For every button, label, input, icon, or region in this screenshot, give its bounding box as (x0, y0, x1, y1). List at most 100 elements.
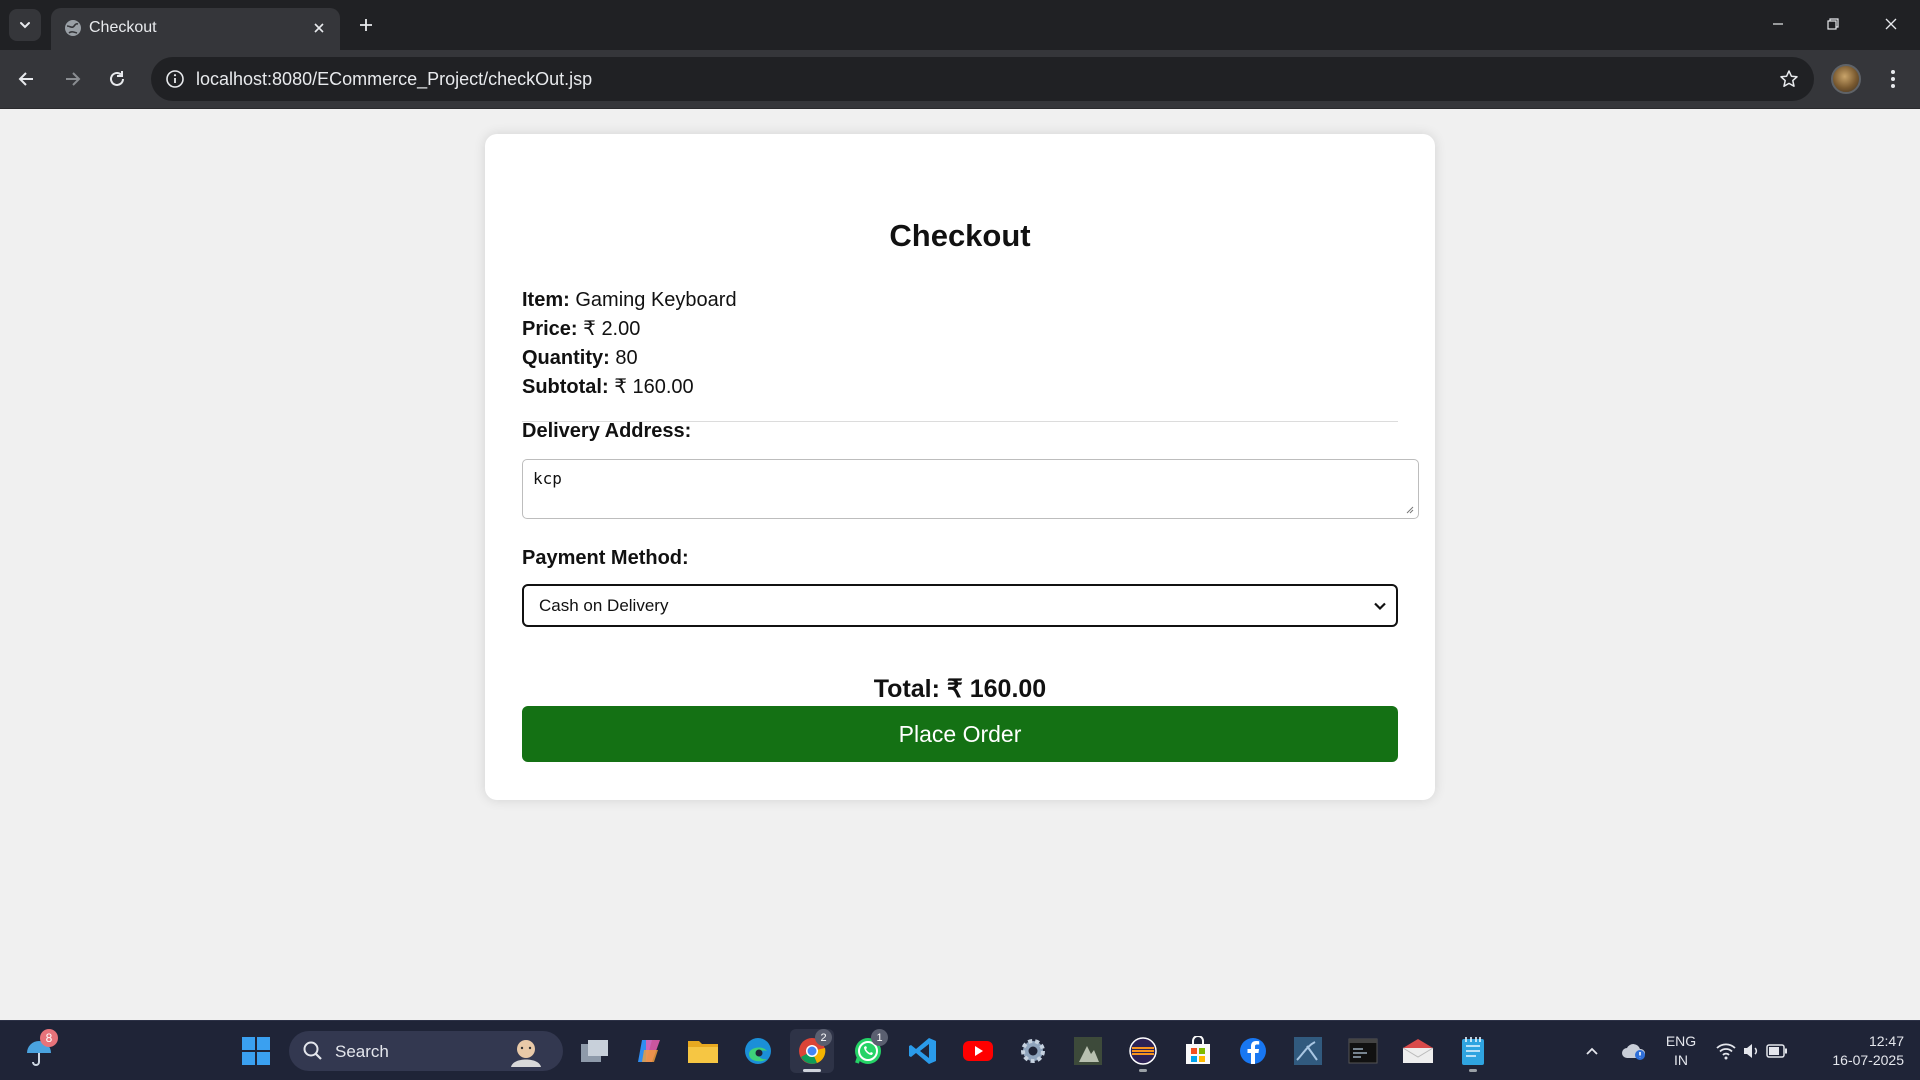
app-button-photo[interactable] (1066, 1029, 1110, 1073)
running-indicator (1139, 1069, 1147, 1072)
quantity-row: Quantity: 80 (522, 344, 737, 373)
search-label: Search (335, 1042, 389, 1061)
show-hidden-icons-button[interactable] (1570, 1029, 1614, 1073)
clock[interactable]: 12:47 16-07-2025 (1808, 1032, 1904, 1070)
facebook-button[interactable] (1231, 1029, 1275, 1073)
edge-button[interactable] (736, 1029, 780, 1073)
mysql-shell-button[interactable] (1341, 1029, 1385, 1073)
settings-button[interactable] (1011, 1029, 1055, 1073)
minimize-icon (1773, 23, 1783, 25)
plus-icon (360, 19, 372, 31)
language-indicator[interactable]: ENG IN (1660, 1032, 1702, 1070)
browser-menu-button[interactable] (1878, 62, 1908, 96)
url-text[interactable]: localhost:8080/ECommerce_Project/checkOu… (196, 69, 592, 90)
tab-checkout[interactable]: Checkout (51, 8, 340, 50)
checkout-card: Checkout Item: Gaming Keyboard Price: ₹ … (485, 134, 1435, 800)
browser-tab-strip: Checkout (0, 0, 1920, 50)
volume-icon (1744, 1044, 1758, 1058)
mysql-workbench-button[interactable] (1286, 1029, 1330, 1073)
whatsapp-badge: 1 (871, 1029, 888, 1046)
reload-button[interactable] (100, 62, 134, 96)
back-button[interactable] (10, 62, 44, 96)
start-button[interactable] (234, 1029, 278, 1073)
search-icon (303, 1041, 322, 1060)
arrow-right-icon (66, 72, 81, 86)
eclipse-button[interactable] (1121, 1029, 1165, 1073)
close-icon (314, 23, 324, 33)
tab-close-button[interactable] (308, 17, 330, 39)
vscode-icon (909, 1038, 936, 1064)
notepad-icon (1462, 1037, 1484, 1065)
store-icon (1186, 1036, 1210, 1064)
gear-icon (1021, 1039, 1045, 1063)
page-viewport: Checkout Item: Gaming Keyboard Price: ₹ … (0, 110, 1920, 1020)
notepad-button[interactable] (1451, 1029, 1495, 1073)
close-window-button[interactable] (1871, 8, 1911, 40)
copilot-icon (638, 1040, 660, 1062)
chrome-button[interactable]: 2 (790, 1029, 834, 1073)
vscode-button[interactable] (901, 1029, 945, 1073)
payment-method-select[interactable]: Cash on Delivery (522, 584, 1398, 627)
task-view-button[interactable] (573, 1029, 617, 1073)
whatsapp-button[interactable]: 1 (846, 1029, 890, 1073)
arrow-left-icon (18, 72, 33, 86)
price-row: Price: ₹ 2.00 (522, 315, 737, 344)
windows-taskbar: 8 Search 2 1 ENG IN 12:47 16-07-2025 (0, 1020, 1920, 1080)
copilot-button[interactable] (627, 1029, 671, 1073)
order-summary: Item: Gaming Keyboard Price: ₹ 2.00 Quan… (522, 286, 737, 402)
region-code: IN (1674, 1052, 1688, 1068)
file-explorer-button[interactable] (681, 1029, 725, 1073)
delivery-address-label: Delivery Address: (522, 420, 692, 442)
quantity-value: 80 (615, 347, 638, 369)
address-bar[interactable]: localhost:8080/ECommerce_Project/checkOu… (151, 57, 1814, 101)
item-row: Item: Gaming Keyboard (522, 286, 737, 315)
restore-icon (1827, 18, 1839, 30)
running-indicator (803, 1069, 821, 1072)
profile-avatar[interactable] (1831, 64, 1861, 94)
running-indicator (1469, 1069, 1477, 1072)
globe-icon (65, 20, 81, 36)
payment-method-value: Cash on Delivery (539, 596, 669, 615)
payment-method-label: Payment Method: (522, 547, 689, 569)
youtube-icon (963, 1041, 993, 1061)
minimize-button[interactable] (1758, 8, 1798, 40)
close-icon (1885, 18, 1897, 30)
price-value: ₹ 2.00 (583, 318, 641, 340)
mail-button[interactable] (1396, 1029, 1440, 1073)
order-total: Total: ₹ 160.00 (873, 675, 1047, 703)
tab-search-button[interactable] (9, 9, 41, 41)
mail-icon (1402, 1039, 1434, 1063)
new-tab-button[interactable] (352, 11, 380, 39)
restore-button[interactable] (1813, 8, 1853, 40)
weather-badge: 8 (40, 1029, 58, 1047)
tab-title: Checkout (89, 19, 157, 36)
chevron-down-icon (20, 22, 30, 29)
task-view-icon (581, 1040, 608, 1062)
clock-time: 12:47 (1868, 1033, 1904, 1049)
microsoft-store-button[interactable] (1176, 1029, 1220, 1073)
item-label: Item: (522, 289, 570, 311)
chrome-badge: 2 (815, 1029, 832, 1046)
delivery-address-textarea[interactable]: kcp (522, 459, 1419, 519)
subtotal-label: Subtotal: (522, 376, 609, 398)
quantity-label: Quantity: (522, 347, 610, 369)
more-vertical-icon (1891, 70, 1895, 88)
taskbar-search[interactable]: Search (289, 1031, 563, 1071)
reload-icon (110, 71, 124, 86)
youtube-button[interactable] (956, 1029, 1000, 1073)
terminal-icon (1348, 1038, 1378, 1064)
onedrive-status-button[interactable] (1612, 1029, 1656, 1073)
site-info-button[interactable] (161, 65, 189, 93)
windows-icon (242, 1037, 270, 1065)
bookmark-button[interactable] (1776, 66, 1802, 92)
eclipse-icon (1129, 1037, 1157, 1065)
search-highlight-icon (511, 1040, 541, 1067)
quick-settings-button[interactable] (1712, 1029, 1792, 1073)
forward-button[interactable] (55, 62, 89, 96)
place-order-button[interactable]: Place Order (522, 706, 1398, 762)
resize-grip-icon[interactable] (1404, 504, 1414, 514)
address-text: kcp (533, 469, 562, 488)
folder-icon (688, 1041, 718, 1063)
mysql-workbench-icon (1294, 1037, 1322, 1065)
browser-toolbar: localhost:8080/ECommerce_Project/checkOu… (0, 50, 1920, 109)
